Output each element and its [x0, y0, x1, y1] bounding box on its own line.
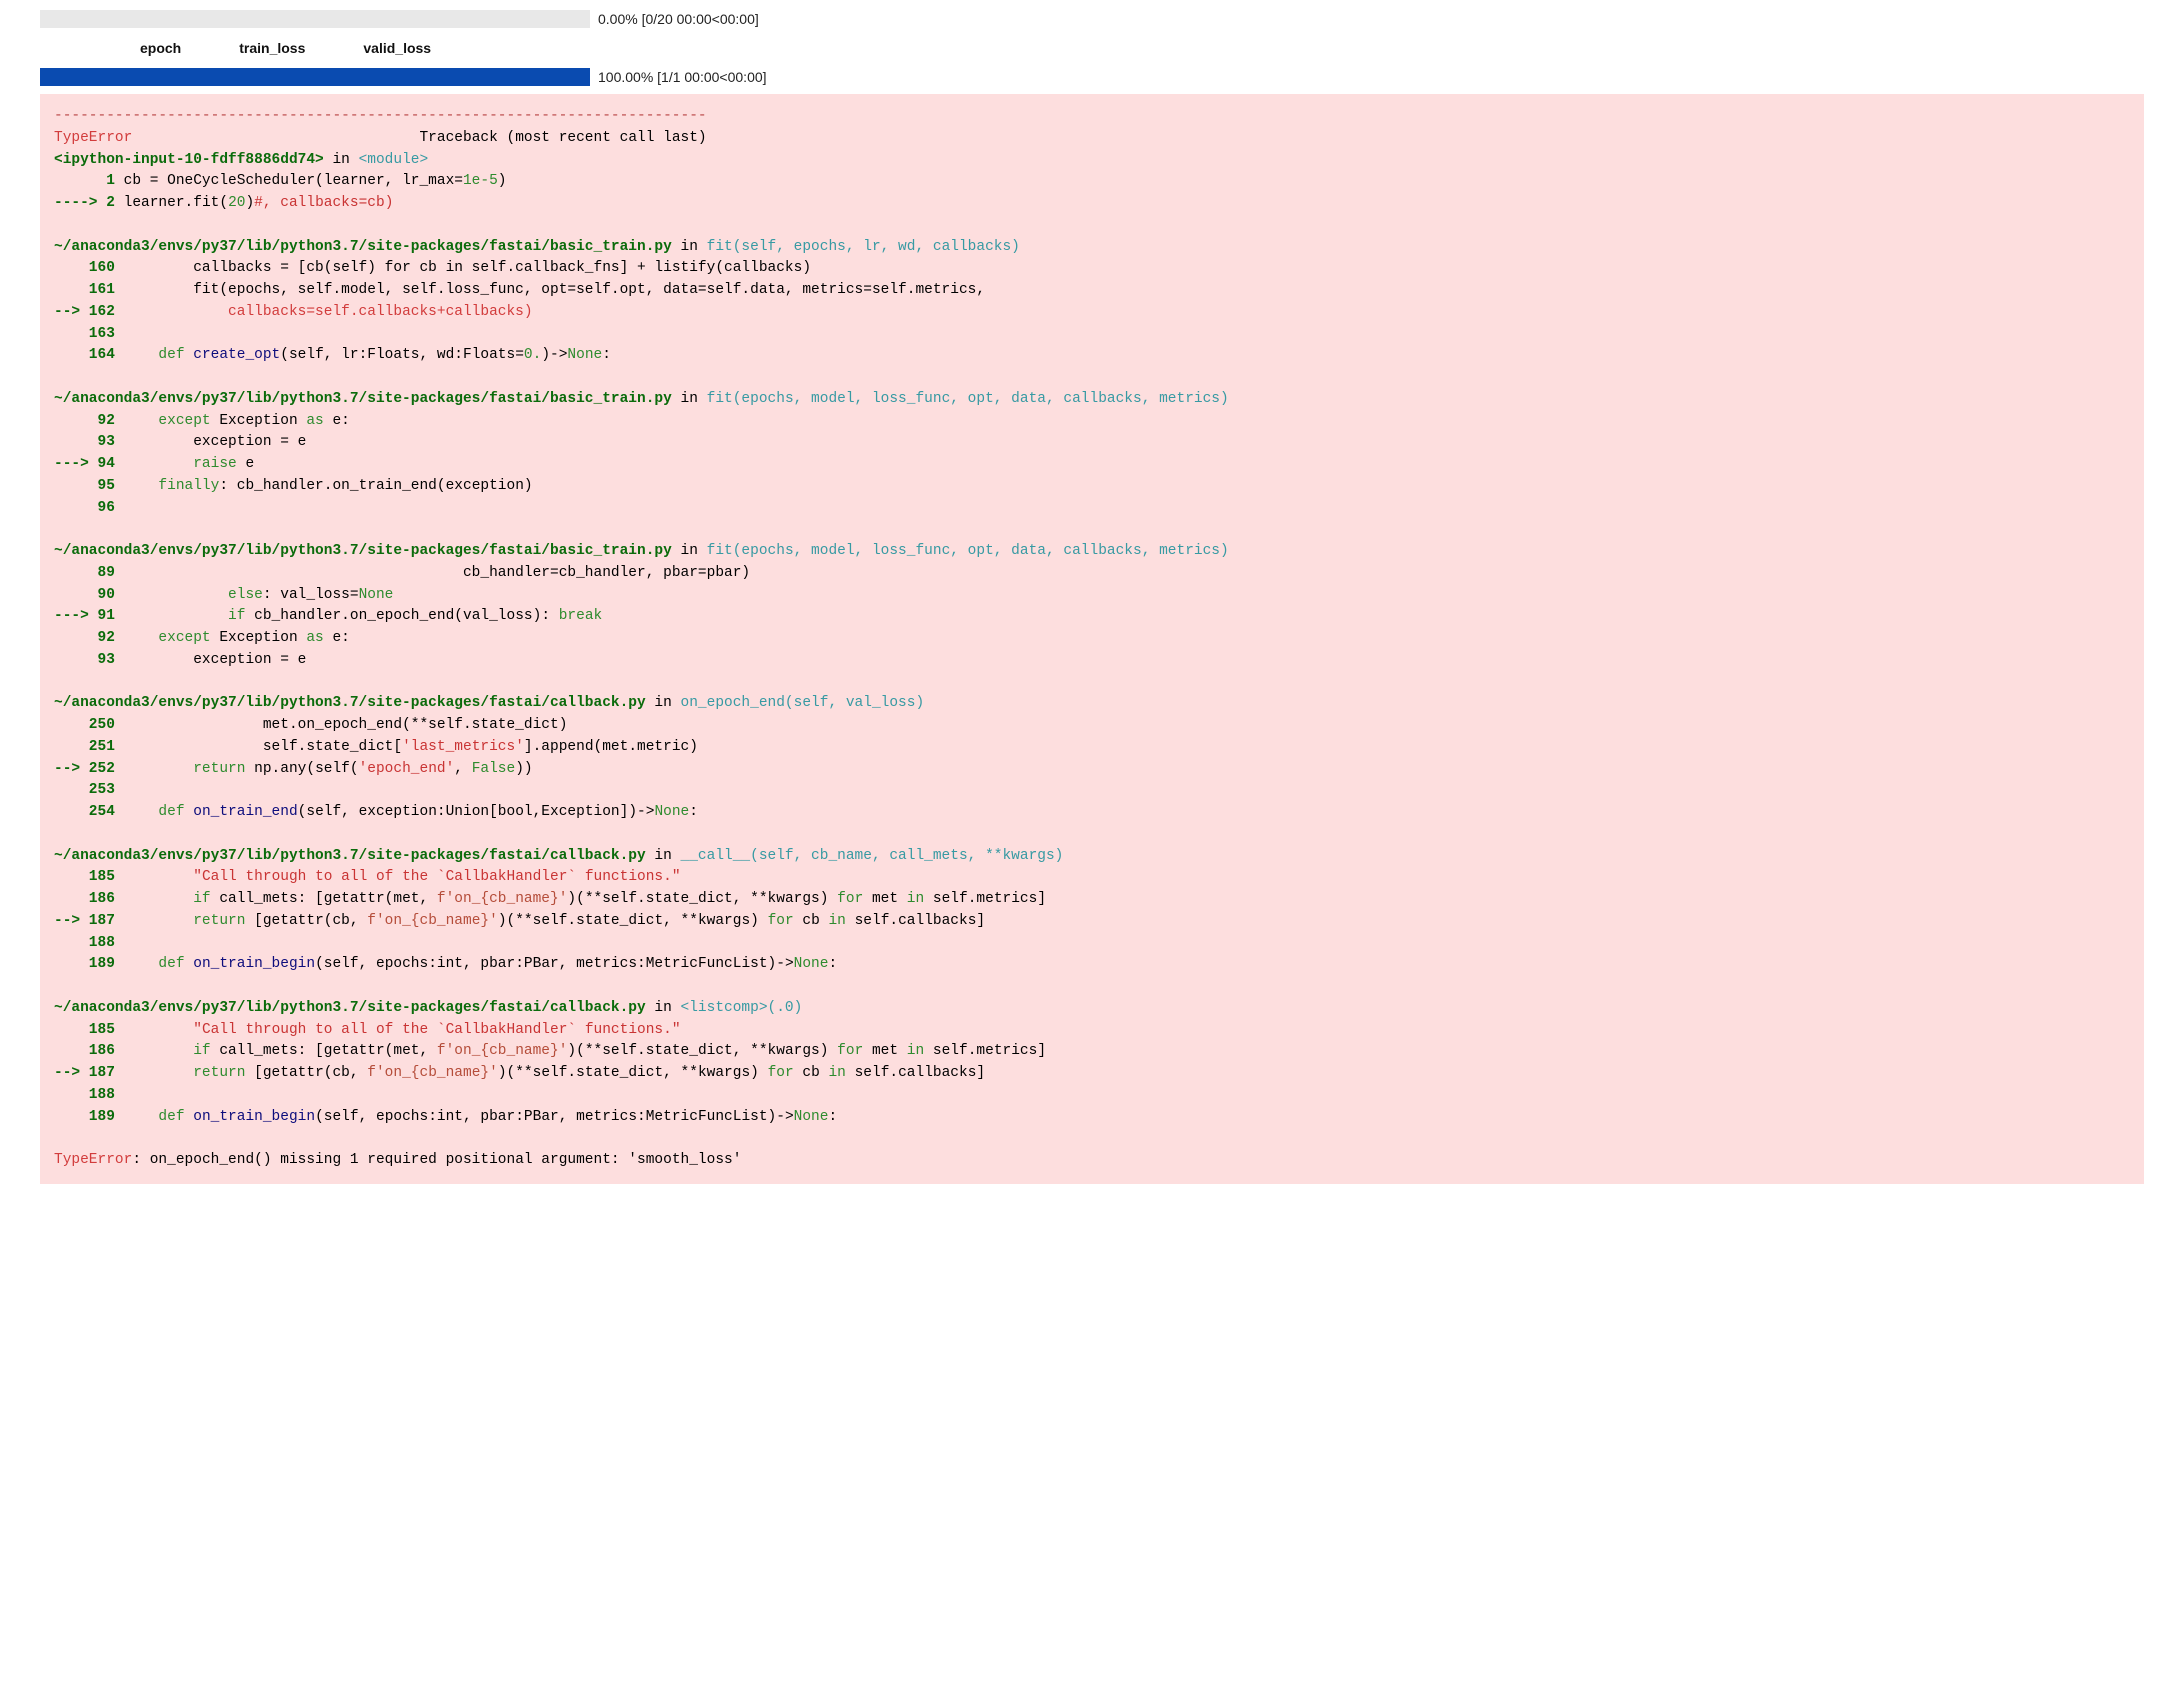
metrics-table-header: epoch train_loss valid_loss [40, 36, 2144, 68]
frame-path: ~/anaconda3/envs/py37/lib/python3.7/site… [54, 848, 646, 864]
frame-path: ~/anaconda3/envs/py37/lib/python3.7/site… [54, 543, 672, 559]
input-location: <ipython-input-10-fdff8886dd74> [54, 152, 324, 168]
traceback-label: Traceback (most recent call last) [419, 130, 706, 146]
col-train-loss: train_loss [239, 40, 305, 56]
traceback-separator: ----------------------------------------… [54, 108, 707, 124]
error-final-name: TypeError [54, 1152, 132, 1168]
module-tag: <module> [359, 152, 429, 168]
col-epoch: epoch [140, 40, 181, 56]
progress-row-1: 0.00% [0/20 00:00<00:00] [40, 10, 2144, 28]
frame-path: ~/anaconda3/envs/py37/lib/python3.7/site… [54, 391, 672, 407]
error-name: TypeError [54, 130, 132, 146]
progress-text-1: 0.00% [0/20 00:00<00:00] [598, 11, 759, 27]
progress-row-2: 100.00% [1/1 00:00<00:00] [40, 68, 2144, 86]
progress-bar-empty [40, 10, 590, 28]
error-final-message: : on_epoch_end() missing 1 required posi… [132, 1152, 741, 1168]
current-frame-arrow: ----> 2 [54, 195, 115, 211]
progress-text-2: 100.00% [1/1 00:00<00:00] [598, 69, 767, 85]
frame-path: ~/anaconda3/envs/py37/lib/python3.7/site… [54, 1000, 646, 1016]
progress-bar-full [40, 68, 590, 86]
traceback: ----------------------------------------… [40, 94, 2144, 1184]
frame-path: ~/anaconda3/envs/py37/lib/python3.7/site… [54, 695, 646, 711]
jupyter-output: 0.00% [0/20 00:00<00:00] epoch train_los… [0, 0, 2184, 1184]
frame-path: ~/anaconda3/envs/py37/lib/python3.7/site… [54, 239, 672, 255]
col-valid-loss: valid_loss [363, 40, 431, 56]
progress-section: 0.00% [0/20 00:00<00:00] epoch train_los… [0, 0, 2184, 86]
frame-signature: fit(self, epochs, lr, wd, callbacks) [707, 239, 1020, 255]
